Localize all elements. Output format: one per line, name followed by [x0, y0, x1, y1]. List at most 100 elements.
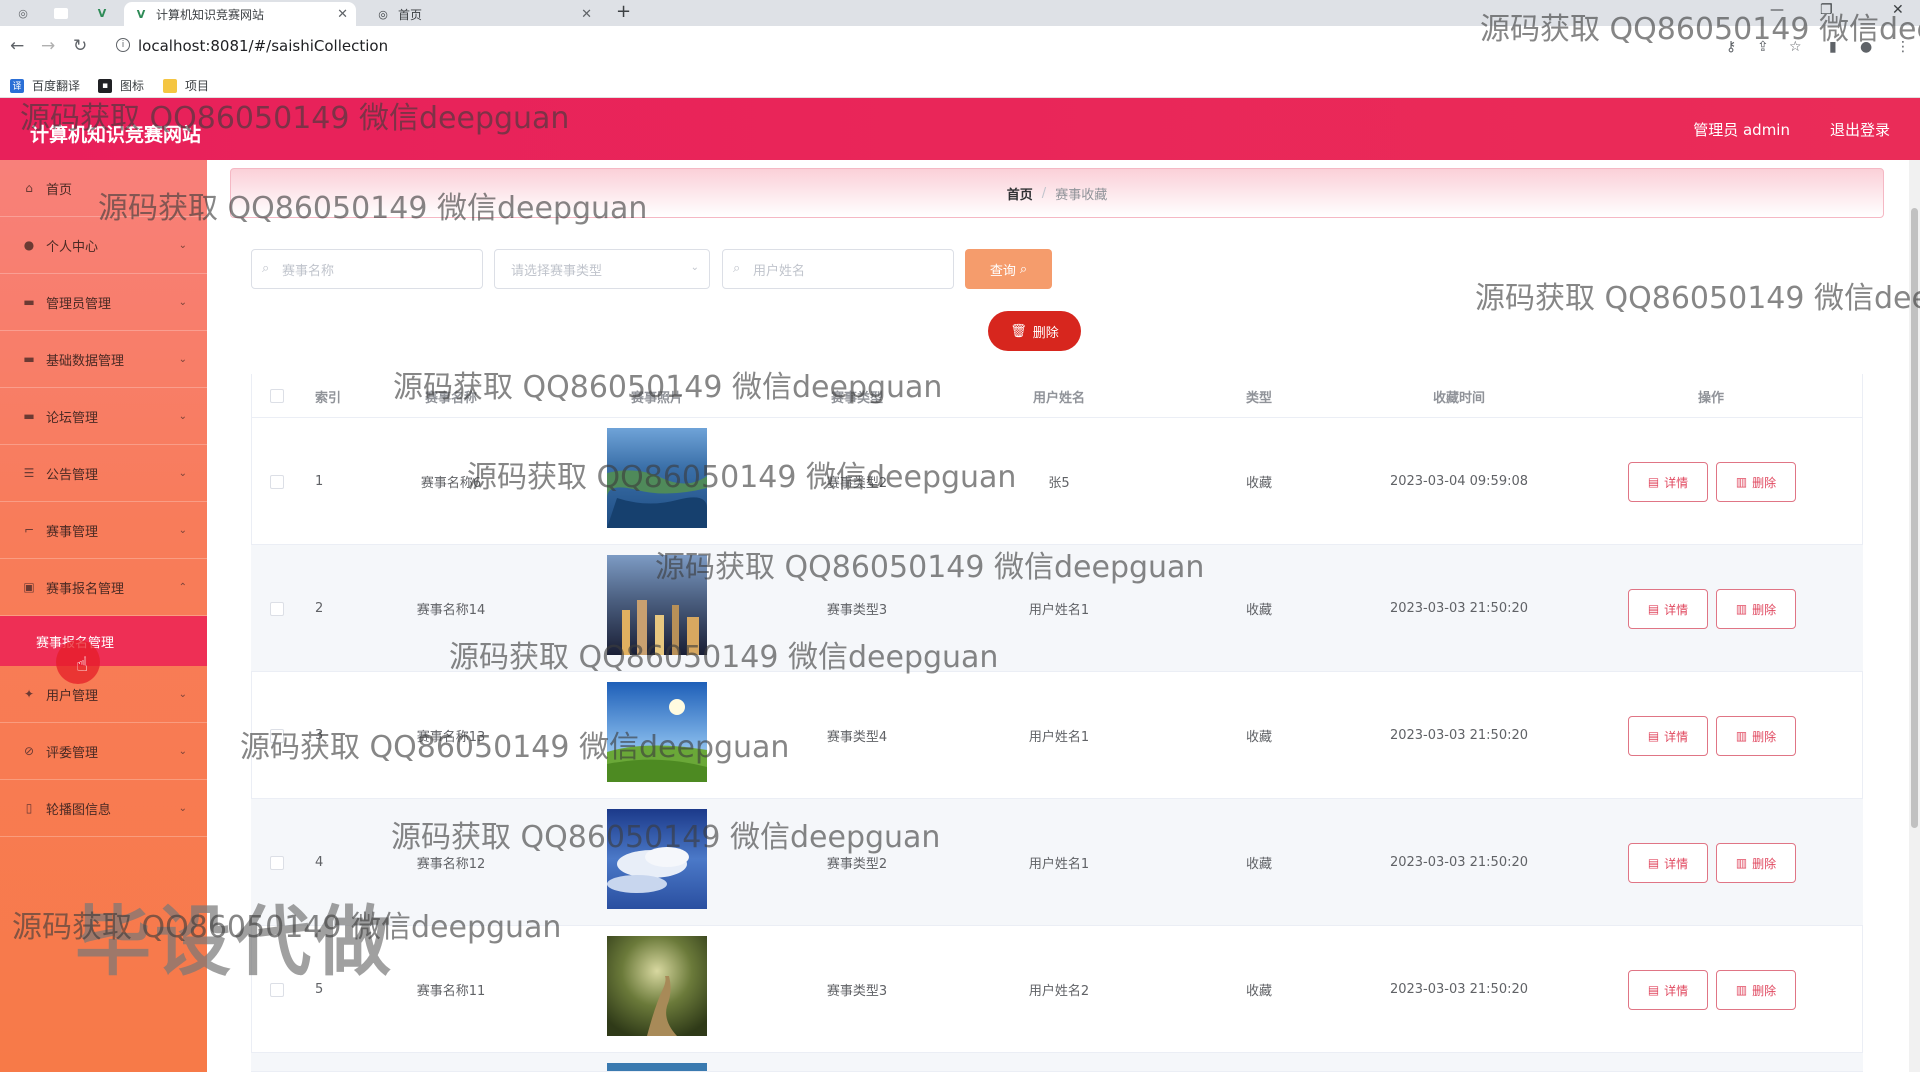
query-button[interactable]: 查询 ⌕ — [965, 249, 1052, 289]
detail-button[interactable]: ▤ 详情 — [1628, 843, 1708, 883]
cell-index: 2 — [315, 601, 324, 616]
sidebar-item-label: 公告管理 — [46, 467, 99, 483]
vue-tab-icon[interactable]: V — [94, 5, 110, 21]
bookmark-label: 项目 — [185, 79, 210, 93]
sidebar-item-judges[interactable]: ⊘ 评委管理 ⌄ — [0, 723, 207, 780]
delete-button[interactable]: ▥ 删除 — [1716, 843, 1796, 883]
chevron-down-icon: ⌄ — [178, 410, 187, 422]
delete-label: 删除 — [1032, 325, 1059, 341]
bookmark-label: 图标 — [120, 79, 145, 93]
competition-name-input[interactable]: ⌕ 赛事名称 — [251, 249, 483, 289]
trash-icon: 🗑︎ — [1010, 323, 1027, 339]
forward-icon[interactable]: → — [41, 36, 55, 56]
chevron-down-icon: ⌄ — [178, 353, 187, 365]
col-user: 用户姓名 — [1032, 390, 1085, 406]
sidebar-item-carousel[interactable]: ▯ 轮播图信息 ⌄ — [0, 780, 207, 837]
sidebar-item-label: 赛事报名管理 — [46, 581, 125, 597]
cell-time: 2023-03-03 21:50:20 — [1389, 855, 1529, 870]
placeholder: 请选择赛事类型 — [511, 263, 603, 279]
delete-button[interactable]: ▥ 删除 — [1716, 589, 1796, 629]
sidebar-item-label: 个人中心 — [46, 239, 99, 255]
phone-icon: ▯ — [25, 801, 33, 815]
breadcrumb-separator: / — [1041, 185, 1047, 201]
sidebar-item-notice[interactable]: ☰ 公告管理 ⌄ — [0, 445, 207, 502]
sidebar-item-registration[interactable]: ▣ 赛事报名管理 ⌃ — [0, 559, 207, 616]
watermark: 源码获取 QQ86050149 微信deepguan — [1480, 12, 1920, 47]
detail-button[interactable]: ▤ 详情 — [1628, 716, 1708, 756]
cell-time: 2023-03-04 09:59:08 — [1389, 474, 1529, 489]
user-icon: ● — [23, 238, 35, 252]
sidebar-item-users[interactable]: ✦ 用户管理 ⌄ — [0, 666, 207, 723]
placeholder: 赛事名称 — [282, 263, 335, 279]
url-field[interactable]: i localhost:8081/#/saishiCollection — [110, 32, 1710, 60]
monitor-icon: ▬ — [23, 295, 35, 309]
row-checkbox[interactable] — [270, 856, 284, 870]
trash-icon: ▥ — [1735, 602, 1748, 616]
trash-icon: ▥ — [1735, 475, 1748, 489]
chevron-down-icon: ⌄ — [178, 296, 187, 308]
detail-button[interactable]: ▤ 详情 — [1628, 970, 1708, 1010]
chevron-down-icon: ⌄ — [178, 802, 187, 814]
row-checkbox[interactable] — [270, 602, 284, 616]
cell-time: 2023-03-03 21:50:20 — [1389, 601, 1529, 616]
cell-user: 用户姓名1 — [1028, 857, 1090, 872]
sidebar-item-label: 首页 — [46, 182, 73, 198]
tab-title: 计算机知识竞赛网站 — [156, 7, 265, 22]
user-name-input[interactable]: ⌕ 用户姓名 — [722, 249, 954, 289]
detail-button[interactable]: ▤ 详情 — [1628, 589, 1708, 629]
detail-label: 详情 — [1664, 475, 1689, 490]
monitor-icon: ▬ — [23, 409, 35, 423]
home-icon: ⌂ — [25, 181, 33, 195]
lock-icon: ▣ — [23, 580, 35, 594]
watermark: 源码获取 QQ86050149 微信deepguan — [98, 191, 648, 226]
col-actions: 操作 — [1697, 390, 1724, 406]
sidebar-item-admins[interactable]: ▬ 管理员管理 ⌄ — [0, 274, 207, 331]
reload-icon[interactable]: ↻ — [73, 36, 87, 56]
detail-label: 详情 — [1664, 983, 1689, 998]
pinned-tab-icon[interactable]: ◎ — [15, 5, 31, 21]
cell-time: 2023-03-03 21:50:20 — [1389, 982, 1529, 997]
sidebar-subitem-registration[interactable]: 赛事报名管理 — [0, 616, 207, 666]
chevron-down-icon: ⌄ — [178, 745, 187, 757]
sidebar-item-forum[interactable]: ▬ 论坛管理 ⌄ — [0, 388, 207, 445]
breadcrumb-home[interactable]: 首页 — [1007, 184, 1033, 203]
pinned-tab-icon[interactable] — [54, 8, 68, 19]
monitor-icon: ▬ — [23, 352, 35, 366]
delete-button[interactable]: ▥ 删除 — [1716, 970, 1796, 1010]
delete-button[interactable]: ▥ 删除 — [1716, 462, 1796, 502]
sidebar-item-label: 用户管理 — [46, 688, 99, 704]
delete-button[interactable]: ▥ 删除 — [1716, 716, 1796, 756]
watermark: 源码获取 QQ86050149 微信deepguan — [12, 910, 562, 945]
folder-icon — [163, 78, 177, 93]
row-checkbox[interactable] — [270, 475, 284, 489]
bookmark-project[interactable]: 项目 — [163, 77, 209, 94]
watermark: 源码获取 QQ86050149 微信deepguan — [240, 730, 790, 765]
bookmark-icons[interactable]: ▪ 图标 — [98, 77, 144, 94]
watermark: 源码获取 QQ86050149 微信deepguan — [20, 101, 570, 136]
bookmark-label: 百度翻译 — [32, 79, 81, 93]
back-icon[interactable]: ← — [10, 36, 24, 56]
delete-label: 删除 — [1752, 983, 1777, 998]
batch-delete-button[interactable]: 🗑︎ 删除 — [988, 311, 1081, 351]
cell-type: 赛事类型3 — [826, 984, 888, 999]
detail-label: 详情 — [1664, 856, 1689, 871]
bookmark-translate[interactable]: 译 百度翻译 — [10, 77, 80, 94]
detail-label: 详情 — [1664, 729, 1689, 744]
close-tab-icon[interactable]: ✕ — [581, 7, 592, 22]
delete-label: 删除 — [1752, 475, 1777, 490]
info-icon[interactable]: i — [116, 38, 130, 52]
sidebar-item-competition[interactable]: ⌐ 赛事管理 ⌄ — [0, 502, 207, 559]
trash-icon: ▥ — [1735, 729, 1748, 743]
chevron-down-icon: ⌄ — [178, 688, 187, 700]
tab-home[interactable]: ◎ 首页 ✕ — [366, 2, 600, 26]
col-index: 索引 — [315, 390, 342, 406]
tab-active[interactable]: V 计算机知识竞赛网站 ✕ — [124, 2, 356, 26]
logout-link[interactable]: 退出登录 — [1830, 119, 1890, 140]
close-tab-icon[interactable]: ✕ — [337, 7, 348, 22]
sidebar-item-basedata[interactable]: ▬ 基础数据管理 ⌄ — [0, 331, 207, 388]
detail-button[interactable]: ▤ 详情 — [1628, 462, 1708, 502]
select-all-checkbox[interactable] — [270, 389, 284, 403]
chevron-up-icon: ⌃ — [178, 581, 187, 593]
new-tab-button[interactable]: + — [616, 1, 631, 22]
competition-type-select[interactable]: 请选择赛事类型 ⌄ — [494, 249, 710, 289]
